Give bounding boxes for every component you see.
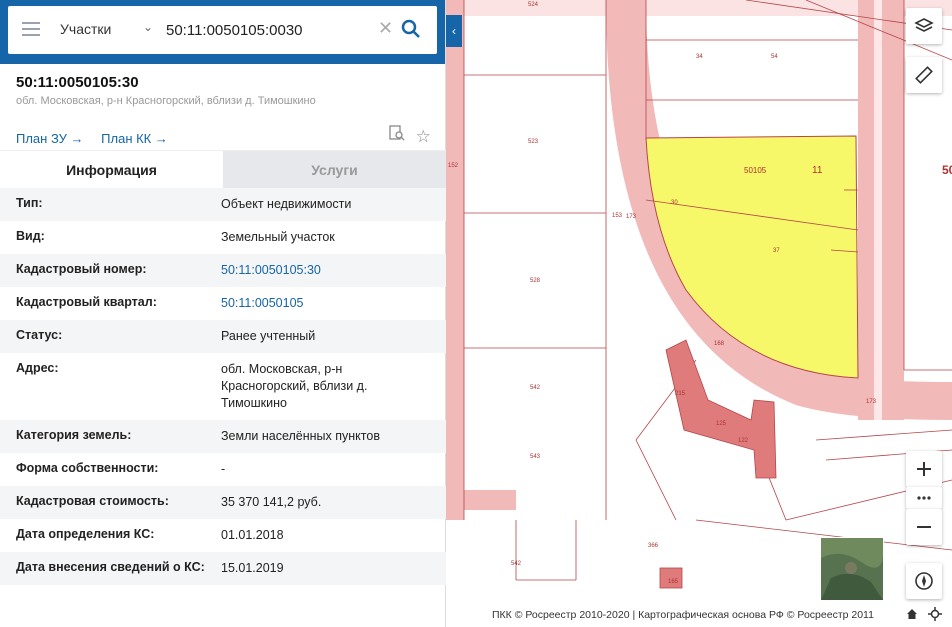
table-row: Вид: Земельный участок	[16, 229, 335, 244]
zoom-out-button[interactable]	[906, 509, 942, 545]
menu-icon[interactable]	[22, 22, 40, 36]
svg-text:524: 524	[528, 2, 539, 8]
road-stub	[464, 490, 516, 510]
svg-text:542: 542	[511, 561, 522, 567]
svg-text:54: 54	[771, 54, 778, 60]
svg-text:50105: 50105	[744, 166, 767, 175]
table-row: Форма собственности: -	[16, 461, 226, 476]
tabs: Информация Услуги	[0, 150, 446, 188]
svg-text:168: 168	[714, 341, 725, 347]
clear-icon[interactable]: ✕	[378, 18, 393, 39]
info-panel: Участки ⌄ ✕ 50:11:0050105:30 обл. Москов…	[0, 0, 446, 627]
info-table: Тип: Объект недвижимости Вид: Земельный уч…	[0, 188, 446, 585]
dots-icon	[917, 496, 931, 500]
parcel-header: 50:11:0050105:30 обл. Московская, р-н Кр…	[0, 64, 445, 150]
map-canvas[interactable]: 524 34 54 523 50105 11 30 37 152 153 173…	[446, 0, 952, 627]
svg-text:528: 528	[530, 278, 541, 284]
chevron-down-icon[interactable]: ⌄	[143, 20, 153, 34]
minus-icon	[917, 526, 931, 528]
svg-text:215: 215	[675, 391, 686, 397]
svg-text:50: 50	[942, 163, 952, 177]
table-row: Кадастровая стоимость: 35 370 141,2 руб.	[0, 486, 446, 519]
search-box: Участки ⌄ ✕	[8, 6, 437, 54]
table-row: Адрес: обл. Московская, р-н Красногорский…	[16, 361, 368, 410]
home-icon[interactable]	[905, 607, 919, 624]
plan-links: План ЗУ → План КК →	[16, 131, 429, 146]
layers-icon	[914, 18, 934, 32]
satellite-minimap[interactable]	[820, 537, 884, 601]
svg-text:152: 152	[448, 163, 459, 169]
svg-text:173: 173	[626, 214, 637, 220]
svg-text:30: 30	[671, 200, 678, 206]
zoom-in-button[interactable]	[906, 451, 942, 487]
cadastral-quarter-link[interactable]: 50:11:0050105	[221, 295, 430, 312]
tab-services[interactable]: Услуги	[223, 151, 446, 188]
svg-text:122: 122	[738, 438, 749, 444]
search-input[interactable]	[166, 16, 366, 44]
compass-icon	[915, 572, 933, 590]
layers-button[interactable]	[906, 8, 942, 44]
search-document-icon[interactable]	[388, 124, 406, 142]
cadastral-map[interactable]: 524 34 54 523 50105 11 30 37 152 153 173…	[446, 0, 952, 627]
table-row: Тип: Объект недвижимости	[0, 188, 446, 221]
svg-text:523: 523	[528, 139, 539, 145]
search-icon[interactable]	[400, 18, 422, 40]
svg-text:11: 11	[812, 165, 823, 176]
table-row: Категория земель: Земли населённых пункто…	[0, 420, 446, 453]
building-2	[659, 567, 683, 589]
zoom-options-button[interactable]	[906, 487, 942, 509]
compass-button[interactable]	[906, 563, 942, 599]
locate-icon[interactable]	[928, 607, 942, 624]
plan-zu-link[interactable]: План ЗУ →	[16, 131, 84, 146]
svg-text:153: 153	[612, 213, 623, 219]
plan-kk-link[interactable]: План КК →	[101, 131, 168, 146]
table-row: Дата определения КС: 01.01.2018	[16, 527, 284, 542]
svg-text:125: 125	[716, 421, 727, 427]
svg-text:34: 34	[696, 54, 703, 60]
header-actions: ☆	[382, 124, 434, 146]
parcel-title: 50:11:0050105:30	[16, 74, 139, 91]
svg-text:37: 37	[773, 248, 780, 254]
svg-text:173: 173	[866, 399, 877, 405]
collapse-panel-button[interactable]: ‹	[446, 15, 462, 47]
tab-info[interactable]: Информация	[0, 151, 223, 188]
table-row: Статус: Ранее учтенный	[0, 320, 446, 353]
layer-select[interactable]: Участки	[60, 21, 111, 37]
table-row: Кадастровый квартал: 50:11:0050105	[0, 287, 446, 320]
svg-text:366: 366	[648, 543, 659, 549]
ruler-button[interactable]	[906, 57, 942, 93]
svg-text:542: 542	[530, 385, 541, 391]
svg-text:165: 165	[668, 579, 679, 585]
star-icon[interactable]: ☆	[416, 128, 434, 146]
table-row: Дата внесения сведений о КС: 15.01.2019	[0, 552, 446, 585]
road-left	[446, 0, 464, 520]
svg-text:543: 543	[530, 454, 541, 460]
plus-icon	[917, 462, 931, 476]
top-bar: Участки ⌄ ✕	[0, 0, 445, 64]
ruler-icon	[915, 66, 933, 84]
cadastral-number-link[interactable]: 50:11:0050105:30	[221, 262, 430, 279]
map-copyright: ПКК © Росреестр 2010-2020 | Картографиче…	[492, 609, 874, 621]
table-row: Кадастровый номер: 50:11:0050105:30	[0, 254, 446, 287]
parcel-address: обл. Московская, р-н Красногорский, вбли…	[16, 95, 316, 107]
